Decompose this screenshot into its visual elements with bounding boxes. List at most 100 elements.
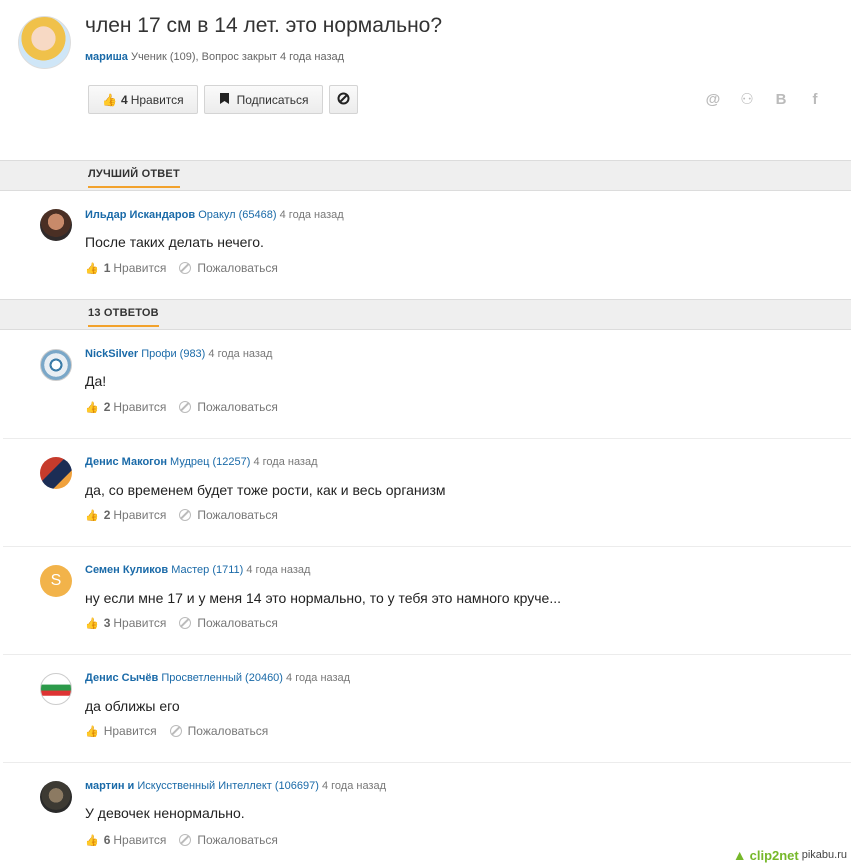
- answers-tab[interactable]: 13 ОТВЕТОВ: [88, 307, 159, 327]
- answer-like-button[interactable]: 👍 2 Нравится: [85, 508, 166, 522]
- report-icon: [179, 401, 192, 413]
- answer-author-link[interactable]: Ильдар Искандаров: [85, 209, 195, 221]
- answer-item: Денис Макогон Мудрец (12257) 4 года наза…: [0, 438, 851, 546]
- question-actions: 👍 4 Нравится Подписаться: [88, 85, 358, 114]
- answer-footer: 👍 2 Нравится Пожаловаться: [85, 400, 278, 414]
- answer-like-button[interactable]: 👍 2 Нравится: [85, 400, 166, 414]
- avatar[interactable]: S: [40, 565, 72, 597]
- answer-author-rank[interactable]: Мудрец (12257): [170, 456, 250, 468]
- question-header: член 17 см в 14 лет. это нормально? мари…: [0, 0, 853, 160]
- answer-like-count: 2: [103, 508, 111, 522]
- answer-like-button[interactable]: 👍 3 Нравится: [85, 616, 166, 630]
- divider: [3, 438, 851, 439]
- mail-share-icon[interactable]: @: [705, 91, 721, 108]
- like-label: Нравится: [130, 92, 184, 107]
- answer-like-label: Нравится: [113, 508, 167, 522]
- watermark-site: pikabu.ru: [801, 849, 847, 861]
- answer-text: После таких делать нечего.: [85, 234, 264, 250]
- answer-report-button[interactable]: Пожаловаться: [169, 724, 269, 738]
- best-answer-tab[interactable]: ЛУЧШИЙ ОТВЕТ: [88, 168, 180, 188]
- block-button[interactable]: [328, 85, 358, 114]
- answer-item: S Семен Куликов Мастер (1711) 4 года наз…: [0, 546, 851, 654]
- subscribe-label: Подписаться: [236, 92, 309, 107]
- vk-share-icon[interactable]: B: [773, 91, 789, 108]
- share-bar: @ ⚇ B f: [705, 91, 823, 109]
- answer-author-rank[interactable]: Мастер (1711): [171, 564, 243, 576]
- answer-date: 4 года назад: [286, 672, 351, 684]
- thumbs-up-icon: 👍: [102, 92, 117, 107]
- answer-header: Денис Макогон Мудрец (12257) 4 года наза…: [85, 456, 318, 468]
- answer-date: 4 года назад: [321, 780, 387, 792]
- answer-report-button[interactable]: Пожаловаться: [179, 400, 278, 414]
- divider: [3, 654, 851, 655]
- avatar[interactable]: [40, 457, 72, 489]
- answer-report-label: Пожаловаться: [197, 508, 278, 522]
- subscribe-button[interactable]: Подписаться: [203, 85, 323, 114]
- answer-text: Да!: [85, 373, 107, 389]
- answer-like-label: Нравится: [113, 261, 167, 275]
- answer-author-link[interactable]: Денис Макогон: [85, 456, 167, 468]
- answer-like-label: Нравится: [103, 724, 157, 738]
- answer-footer: 👍 2 Нравится Пожаловаться: [85, 508, 278, 522]
- facebook-share-icon[interactable]: f: [807, 91, 823, 108]
- answer-text: ну если мне 17 и у меня 14 это нормально…: [85, 590, 561, 606]
- answer-report-label: Пожаловаться: [187, 724, 269, 738]
- answer-footer: 👍 3 Нравится Пожаловаться: [85, 616, 278, 630]
- answer-author-link[interactable]: Денис Сычёв: [85, 672, 158, 684]
- thumbs-up-icon: 👍: [85, 509, 99, 522]
- answer-author-rank[interactable]: Просветленный (20460): [161, 672, 283, 684]
- answer-author-rank[interactable]: Оракул (65468): [198, 209, 276, 221]
- answers-section-header: 13 ОТВЕТОВ: [0, 299, 851, 330]
- arrow-icon: ▲: [732, 847, 747, 863]
- answer-author-link[interactable]: мартин и: [85, 780, 134, 792]
- answer-author-rank[interactable]: Профи (983): [141, 348, 205, 360]
- answer-header: NickSilver Профи (983) 4 года назад: [85, 348, 272, 360]
- answer-footer: 👍 6 Нравится Пожаловаться: [85, 833, 278, 847]
- answer-header: мартин и Искусственный Интеллект (106697…: [85, 780, 386, 792]
- answer-report-button[interactable]: Пожаловаться: [179, 833, 278, 847]
- thumbs-up-icon: 👍: [85, 834, 99, 847]
- question-author-link[interactable]: мариша: [85, 51, 128, 63]
- answer-report-button[interactable]: Пожаловаться: [179, 261, 278, 275]
- avatar[interactable]: [40, 349, 72, 381]
- answer-report-button[interactable]: Пожаловаться: [179, 508, 278, 522]
- divider: [3, 546, 851, 547]
- divider: [3, 762, 851, 763]
- answer-like-button[interactable]: 👍 1 Нравится: [85, 261, 166, 275]
- best-answer-section-header: ЛУЧШИЙ ОТВЕТ: [0, 160, 851, 191]
- answer-report-button[interactable]: Пожаловаться: [179, 616, 278, 630]
- avatar[interactable]: [40, 209, 72, 241]
- question-meta: мариша Ученик (109), Вопрос закрыт 4 год…: [85, 51, 344, 63]
- answer-text: У девочек ненормально.: [85, 805, 245, 821]
- block-icon: [337, 92, 350, 108]
- answer-like-button[interactable]: 👍 Нравится: [85, 724, 157, 738]
- answer-header: Семен Куликов Мастер (1711) 4 года назад: [85, 564, 310, 576]
- answer-text: да, со временем будет тоже рости, как и …: [85, 482, 446, 498]
- answer-like-button[interactable]: 👍 6 Нравится: [85, 833, 166, 847]
- answer-footer: 👍 Нравится Пожаловаться: [85, 724, 268, 738]
- report-icon: [179, 509, 192, 521]
- answer-like-label: Нравится: [113, 833, 167, 847]
- question-author-avatar[interactable]: [18, 16, 71, 69]
- answer-report-label: Пожаловаться: [197, 616, 278, 630]
- answer-author-rank[interactable]: Искусственный Интеллект (106697): [137, 780, 319, 792]
- odnoklassniki-share-icon[interactable]: ⚇: [739, 91, 755, 108]
- answer-author-link[interactable]: NickSilver: [85, 348, 138, 360]
- answer-item: Денис Сычёв Просветленный (20460) 4 года…: [0, 654, 851, 762]
- answer-like-count: 6: [103, 833, 111, 847]
- like-button[interactable]: 👍 4 Нравится: [88, 85, 198, 114]
- answer-item: NickSilver Профи (983) 4 года назад Да! …: [0, 330, 851, 438]
- report-icon: [179, 262, 192, 274]
- like-count: 4: [121, 92, 128, 107]
- answer-like-label: Нравится: [113, 400, 167, 414]
- answer-date: 4 года назад: [279, 209, 344, 221]
- thumbs-up-icon: 👍: [85, 262, 99, 275]
- avatar[interactable]: [40, 673, 72, 705]
- answer-like-label: Нравится: [113, 616, 167, 630]
- watermark: ▲ clip2net pikabu.ru: [733, 847, 847, 863]
- answer-author-link[interactable]: Семен Куликов: [85, 564, 168, 576]
- thumbs-up-icon: 👍: [85, 725, 99, 738]
- watermark-brand: clip2net: [749, 847, 799, 863]
- avatar[interactable]: [40, 781, 72, 813]
- answer-date: 4 года назад: [246, 564, 311, 576]
